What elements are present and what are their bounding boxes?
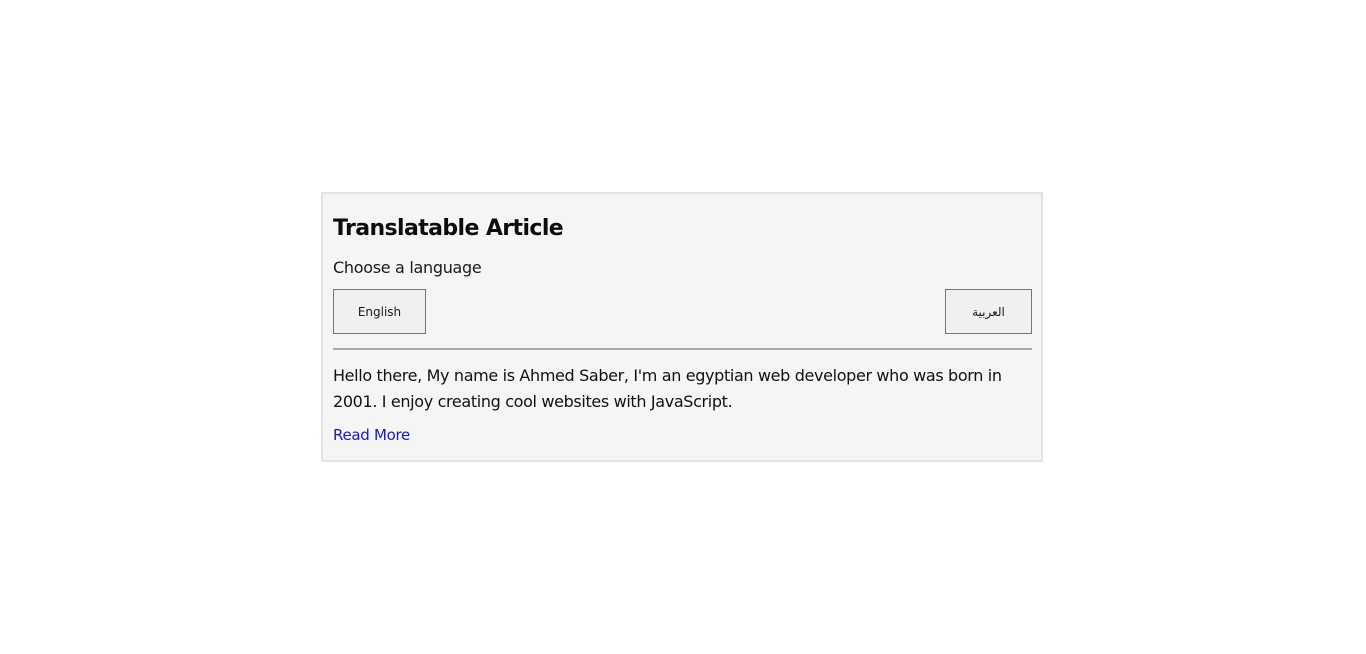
read-more-link[interactable]: Read More — [333, 426, 410, 444]
article-title: Translatable Article — [333, 216, 564, 241]
divider — [333, 348, 1032, 350]
article-card: Translatable Article Choose a language E… — [321, 192, 1043, 462]
article-body: Hello there, My name is Ahmed Saber, I'm… — [333, 366, 1002, 411]
english-button[interactable]: English — [333, 289, 426, 334]
language-prompt: Choose a language — [333, 258, 482, 277]
arabic-button[interactable]: العربية — [945, 289, 1032, 334]
